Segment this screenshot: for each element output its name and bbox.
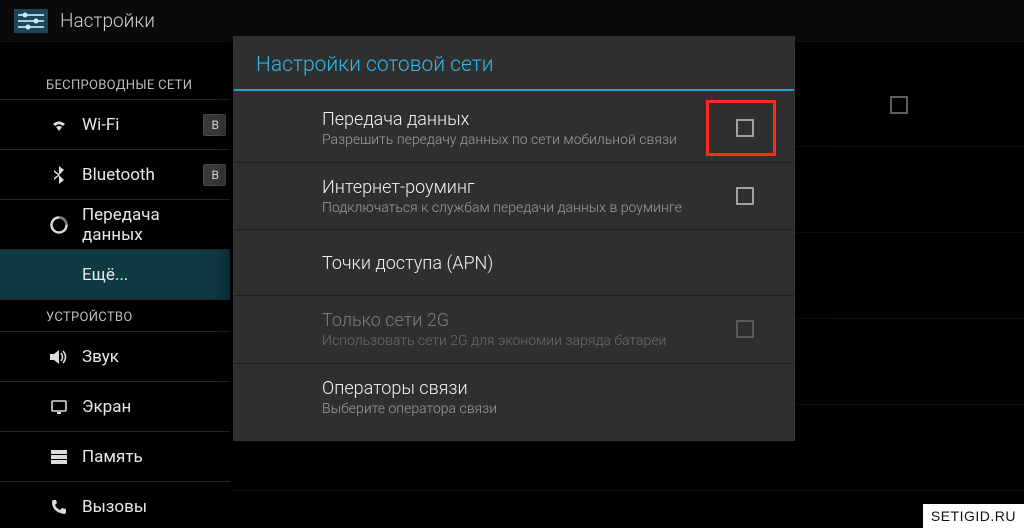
bluetooth-icon <box>46 165 72 185</box>
settings-app-icon <box>12 6 50 36</box>
sidebar-item-storage[interactable]: Память <box>0 432 230 482</box>
row-subtitle: Подключаться к службам передачи данных в… <box>322 200 684 218</box>
row-network-operators[interactable]: Операторы связи Выберите оператора связи <box>234 364 794 431</box>
row-title: Операторы связи <box>322 378 684 399</box>
sidebar-item-calls[interactable]: Вызовы <box>0 482 230 528</box>
sidebar-item-wifi[interactable]: Wi-Fi В <box>0 100 230 150</box>
row-title: Передача данных <box>322 109 684 130</box>
sidebar-item-label: Ещё... <box>46 265 128 285</box>
checkbox <box>736 320 754 338</box>
settings-screen: Настройки БЕСПРОВОДНЫЕ СЕТИ Wi-Fi В Blue… <box>0 0 1024 528</box>
section-wireless: БЕСПРОВОДНЫЕ СЕТИ <box>0 72 230 100</box>
row-subtitle: Разрешить передачу данных по сети мобиль… <box>322 132 684 150</box>
row-title: Интернет-роуминг <box>322 177 684 198</box>
data-usage-icon <box>46 216 72 234</box>
volume-icon <box>46 349 72 365</box>
watermark: SETIGID.RU <box>923 504 1024 528</box>
row-data-roaming[interactable]: Интернет-роуминг Подключаться к службам … <box>234 163 794 231</box>
row-data-enabled[interactable]: Передача данных Разрешить передачу данны… <box>234 95 794 163</box>
checkbox[interactable] <box>736 187 754 205</box>
sidebar-item-data-usage[interactable]: Передача данных <box>0 200 230 250</box>
storage-icon <box>46 449 72 465</box>
row-subtitle: Использовать сети 2G для экономии заряда… <box>322 333 684 351</box>
dialog-title: Настройки сотовой сети <box>234 37 794 91</box>
row-apn[interactable]: Точки доступа (APN) <box>234 230 794 296</box>
sidebar-item-sound[interactable]: Звук <box>0 332 230 382</box>
row-subtitle: Выберите оператора связи <box>322 401 684 419</box>
section-device: УСТРОЙСТВО <box>0 300 230 332</box>
row-title: Только сети 2G <box>322 310 684 331</box>
sidebar-item-bluetooth[interactable]: Bluetooth В <box>0 150 230 200</box>
toggle-badge[interactable]: В <box>203 164 226 186</box>
display-icon <box>46 398 72 416</box>
dialog-list: Передача данных Разрешить передачу данны… <box>234 91 794 440</box>
sidebar-item-display[interactable]: Экран <box>0 382 230 432</box>
toggle-badge[interactable]: В <box>203 114 226 136</box>
background-checkbox[interactable] <box>890 96 908 114</box>
checkbox[interactable] <box>736 119 754 137</box>
row-2g-only: Только сети 2G Использовать сети 2G для … <box>234 296 794 364</box>
phone-icon <box>46 498 72 516</box>
sidebar: БЕСПРОВОДНЫЕ СЕТИ Wi-Fi В Bluetooth В <box>0 42 230 528</box>
wifi-icon <box>46 117 72 133</box>
row-title: Точки доступа (APN) <box>322 253 684 274</box>
app-title: Настройки <box>60 9 155 32</box>
mobile-network-dialog: Настройки сотовой сети Передача данных Р… <box>233 36 795 441</box>
sidebar-item-more[interactable]: Ещё... <box>0 250 230 300</box>
